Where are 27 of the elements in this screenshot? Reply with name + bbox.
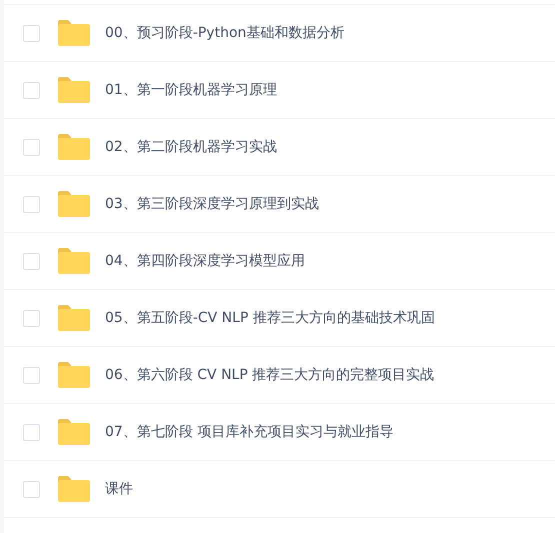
checkbox[interactable] [23,138,40,156]
folder-icon [58,305,90,331]
checkbox[interactable] [23,310,40,326]
checkbox[interactable] [23,480,40,498]
folder-icon [58,191,90,217]
folder-icon [58,476,90,502]
folder-name[interactable]: 02、第二阶段机器学习实战 [105,138,277,156]
folder-name[interactable]: 06、第六阶段 CV NLP 推荐三大方向的完整项目实战 [105,366,434,384]
folder-name[interactable]: 课件 [105,480,133,498]
checkbox[interactable] [23,366,40,384]
folder-name[interactable]: 05、第五阶段-CV NLP 推荐三大方向的基础技术巩固 [105,309,435,327]
checkbox[interactable] [23,82,40,98]
folder-icon [58,419,90,445]
folder-name[interactable]: 00、预习阶段-Python基础和数据分析 [105,24,344,42]
checkbox[interactable] [23,24,40,42]
folder-icon [58,248,90,274]
checkbox[interactable] [23,424,40,440]
folder-icon [58,362,90,388]
folder-icon [58,77,90,103]
folder-name[interactable]: 03、第三阶段深度学习原理到实战 [105,195,319,213]
checkbox[interactable] [23,196,40,212]
checkbox[interactable] [23,252,40,270]
folder-icon [58,20,90,46]
folder-name[interactable]: 07、第七阶段 项目库补充项目实习与就业指导 [105,423,394,441]
folder-name[interactable]: 04、第四阶段深度学习模型应用 [105,252,305,270]
folder-name[interactable]: 01、第一阶段机器学习原理 [105,81,277,99]
folder-icon [58,134,90,160]
